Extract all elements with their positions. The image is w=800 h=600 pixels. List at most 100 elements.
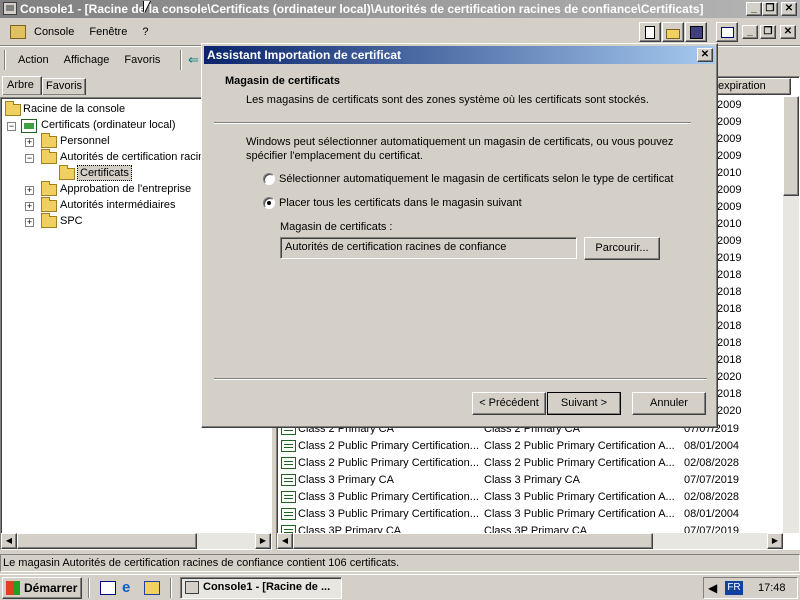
next-button[interactable]: Suivant > — [547, 392, 621, 415]
menu-affichage[interactable]: Affichage — [58, 51, 116, 69]
issued-to-cell: Class 2 Public Primary Certification... — [298, 457, 479, 469]
mouse-cursor-icon — [144, 1, 150, 13]
tree-item-console-root[interactable]: Racine de la console — [23, 101, 125, 117]
folder-icon — [41, 133, 57, 148]
folder-icon — [5, 101, 21, 116]
expand-toggle[interactable]: + — [25, 218, 34, 227]
collapse-toggle[interactable]: − — [25, 154, 34, 163]
expiration-cell: 2018 — [717, 337, 742, 349]
menu-fenetre[interactable]: Fenêtre — [83, 23, 133, 41]
console-icon — [185, 581, 199, 594]
folder-icon — [41, 181, 57, 196]
close-button[interactable]: ✕ — [781, 2, 797, 16]
scroll-thumb[interactable] — [17, 533, 197, 549]
tree-item-certificates-local[interactable]: Certificats (ordinateur local) — [41, 117, 176, 133]
back-arrow-icon[interactable]: ⇐ — [188, 53, 202, 67]
certificate-icon — [281, 440, 296, 452]
menu-console[interactable]: Console — [28, 23, 80, 41]
expand-toggle[interactable]: + — [25, 186, 34, 195]
expiration-cell: 08/01/2004 — [684, 508, 740, 520]
expiration-cell: 2010 — [717, 218, 742, 230]
expiration-cell: 2009 — [717, 99, 742, 111]
expiration-cell: 2010 — [717, 167, 742, 179]
show-desktop-icon[interactable] — [100, 581, 116, 595]
tree-item-spc[interactable]: SPC — [60, 213, 83, 229]
internet-explorer-icon[interactable]: e — [122, 580, 138, 596]
scroll-thumb[interactable] — [783, 96, 799, 196]
scroll-right-arrow[interactable]: ▶ — [767, 533, 783, 549]
expand-toggle[interactable]: + — [25, 202, 34, 211]
tree-item-enterprise-trust[interactable]: Approbation de l'entreprise — [60, 181, 191, 197]
expand-toggle[interactable]: + — [25, 138, 34, 147]
scroll-left-arrow[interactable]: ◀ — [1, 533, 17, 549]
tree-item-intermediate[interactable]: Autorités intermédiaires — [60, 197, 176, 213]
expiration-cell: 02/08/2028 — [684, 457, 740, 469]
column-header-expiration[interactable]: expiration — [713, 78, 791, 95]
outlook-express-icon[interactable] — [144, 581, 160, 595]
cancel-button[interactable]: Annuler — [632, 392, 706, 415]
expiration-cell: 2020 — [717, 371, 742, 383]
folder-icon — [41, 213, 57, 228]
expiration-cell: 2009 — [717, 133, 742, 145]
scroll-thumb[interactable] — [293, 533, 653, 549]
certificate-icon — [281, 508, 296, 520]
taskbar: Démarrer e Console1 - [Racine de ... ◀ F… — [0, 574, 800, 600]
save-icon[interactable] — [685, 22, 707, 42]
menu-action[interactable]: Action — [12, 51, 55, 69]
expiration-cell: 2009 — [717, 116, 742, 128]
table-row[interactable]: Class 3 Public Primary Certification... C… — [277, 489, 783, 506]
tree-item-certificates[interactable]: Certificats — [77, 165, 132, 181]
child-minimize-button[interactable]: _ — [742, 25, 758, 39]
list-vertical-scrollbar[interactable] — [783, 96, 799, 533]
child-close-button[interactable]: ✕ — [780, 25, 796, 39]
scroll-right-arrow[interactable]: ▶ — [255, 533, 271, 549]
header-divider — [214, 122, 691, 124]
table-row[interactable]: Class 2 Public Primary Certification... C… — [277, 438, 783, 455]
certificate-icon — [281, 457, 296, 469]
taskbar-task-console[interactable]: Console1 - [Racine de ... — [180, 577, 342, 599]
list-horizontal-scrollbar[interactable]: ◀ ▶ — [277, 533, 783, 549]
table-row[interactable]: Class 3 Primary CA Class 3 Primary CA 07/0… — [277, 472, 783, 489]
dialog-title: Assistant Importation de certificat — [207, 48, 402, 62]
restore-button[interactable]: ❐ — [762, 2, 778, 16]
issued-to-cell: Class 3 Primary CA — [298, 474, 394, 486]
windows-logo-icon — [6, 581, 20, 595]
top-menubar: Console Fenêtre ? _ ❐ ✕ — [0, 20, 800, 44]
expiration-cell: 2009 — [717, 184, 742, 196]
issued-by-cell: Class 2 Public Primary Certification A..… — [484, 440, 675, 452]
scroll-left-arrow[interactable]: ◀ — [277, 533, 293, 549]
new-icon[interactable] — [639, 22, 661, 42]
issued-to-cell: Class 2 Public Primary Certification... — [298, 440, 479, 452]
issued-by-cell: Class 3 Public Primary Certification A..… — [484, 508, 675, 520]
dialog-close-button[interactable]: ✕ — [697, 48, 713, 62]
intro-text-line1: Windows peut sélectionner automatiquemen… — [246, 136, 674, 148]
window-list-icon[interactable] — [716, 22, 738, 42]
radio-place-in-store[interactable] — [263, 197, 275, 209]
collapse-toggle[interactable]: − — [7, 122, 16, 131]
issued-by-cell: Class 3 Primary CA — [484, 474, 580, 486]
dialog-subheading: Les magasins de certificats sont des zon… — [246, 94, 649, 106]
table-row[interactable]: Class 2 Public Primary Certification... C… — [277, 455, 783, 472]
menu-favoris[interactable]: Favoris — [118, 51, 166, 69]
radio-auto-select-label[interactable]: Sélectionner automatiquement le magasin … — [279, 173, 673, 185]
language-indicator[interactable]: FR — [725, 581, 743, 595]
tree-item-personnel[interactable]: Personnel — [60, 133, 110, 149]
child-restore-button[interactable]: ❐ — [760, 25, 776, 39]
tree-horizontal-scrollbar[interactable]: ◀ ▶ — [1, 533, 271, 549]
browse-button[interactable]: Parcourir... — [584, 237, 660, 260]
tab-favoris[interactable]: Favoris — [42, 78, 86, 95]
app-icon[interactable] — [3, 2, 17, 15]
start-button[interactable]: Démarrer — [2, 577, 82, 599]
volume-icon[interactable]: ◀ — [708, 581, 718, 595]
radio-auto-select[interactable] — [263, 173, 275, 185]
menu-help[interactable]: ? — [136, 23, 154, 41]
open-folder-icon[interactable] — [662, 22, 684, 42]
folder-icon — [41, 197, 57, 212]
expiration-cell: 08/01/2004 — [684, 440, 740, 452]
table-row[interactable]: Class 3 Public Primary Certification... C… — [277, 506, 783, 523]
back-button[interactable]: < Précédent — [472, 392, 546, 415]
minimize-button[interactable]: _ — [746, 2, 762, 16]
radio-place-in-store-label[interactable]: Placer tous les certificats dans le maga… — [279, 197, 522, 209]
tab-arbre[interactable]: Arbre — [2, 76, 42, 95]
expiration-cell: 2018 — [717, 354, 742, 366]
